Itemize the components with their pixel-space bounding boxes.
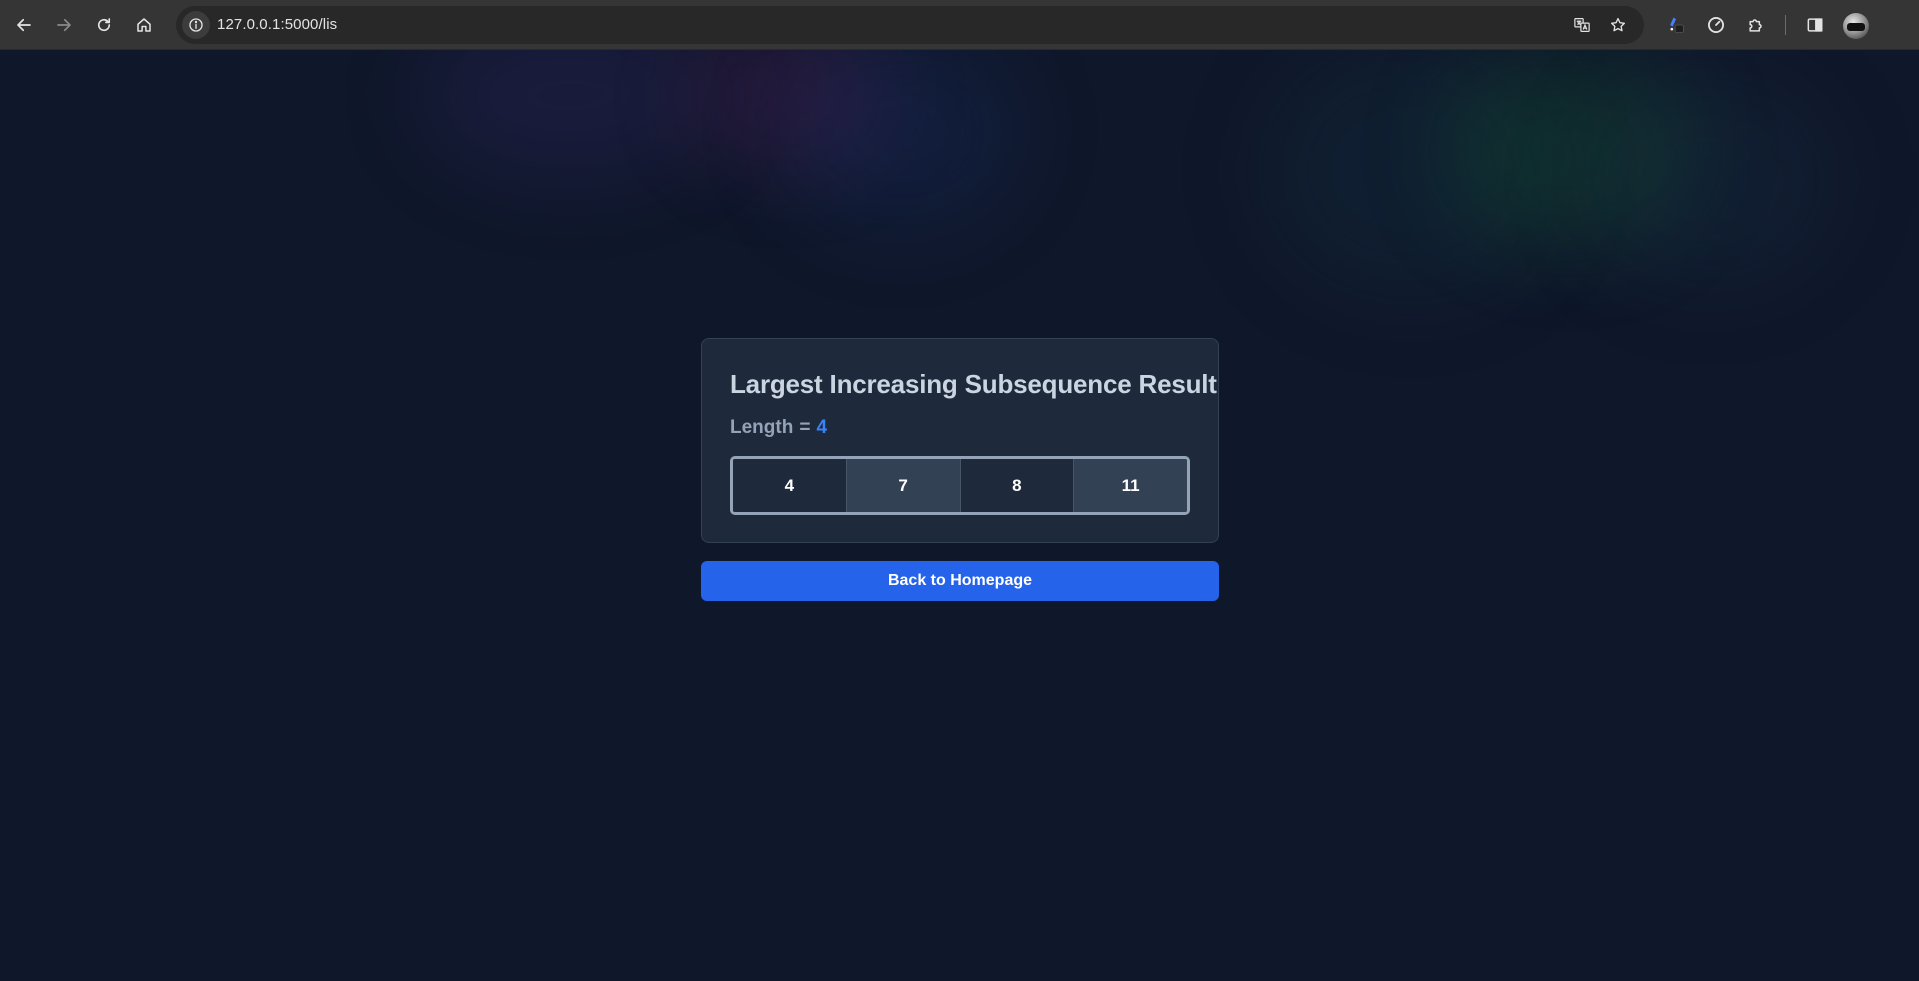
gauge-extension-icon (1708, 17, 1724, 33)
extension-button-2[interactable] (1702, 11, 1730, 39)
side-panel-button[interactable] (1801, 11, 1829, 39)
reload-button[interactable] (88, 9, 120, 41)
background-glow (420, 50, 720, 180)
home-icon (137, 18, 151, 32)
arrow-right-icon (57, 18, 71, 32)
reload-icon (97, 18, 111, 32)
forward-button[interactable] (48, 9, 80, 41)
back-button[interactable] (8, 9, 40, 41)
subsequence-table: 4 7 8 11 (730, 456, 1190, 515)
background-glow (1580, 70, 1840, 290)
sequence-cell: 11 (1074, 459, 1187, 512)
background-glow (1440, 50, 1700, 250)
url-text[interactable]: 127.0.0.1:5000/lis (217, 6, 337, 44)
background-glow (690, 50, 890, 170)
translate-icon (1574, 18, 1590, 32)
length-equals: = (799, 417, 811, 438)
page-title: Largest Increasing Subsequence Result (730, 369, 1217, 399)
info-icon (189, 18, 203, 32)
avatar[interactable] (1843, 13, 1869, 39)
toolbar-divider (1785, 15, 1786, 35)
address-bar[interactable]: 127.0.0.1:5000/lis (176, 6, 1644, 44)
extensions-menu-button[interactable] (1742, 11, 1770, 39)
length-value: 4 (816, 417, 828, 438)
length-summary: Length = 4 (730, 417, 827, 439)
background-glow (780, 50, 1020, 230)
sequence-cell: 4 (733, 459, 847, 512)
background-glow (1260, 50, 1560, 300)
extension-button-1[interactable] (1662, 11, 1690, 39)
arrow-left-icon (17, 18, 31, 32)
sequence-cell: 7 (846, 459, 961, 512)
result-card: Largest Increasing Subsequence Result Le… (701, 338, 1219, 543)
length-label: Length (730, 417, 794, 438)
bookmark-button[interactable] (1606, 13, 1630, 37)
pen-extension-icon (1670, 17, 1684, 33)
browser-toolbar: 127.0.0.1:5000/lis (0, 0, 1919, 50)
side-panel-icon (1807, 18, 1823, 32)
home-button[interactable] (128, 9, 160, 41)
puzzle-icon (1749, 19, 1762, 32)
site-info-button[interactable] (182, 11, 210, 39)
translate-button[interactable] (1570, 13, 1594, 37)
sequence-cell: 8 (960, 459, 1075, 512)
back-to-homepage-button[interactable]: Back to Homepage (701, 561, 1219, 601)
star-icon (1610, 17, 1626, 32)
